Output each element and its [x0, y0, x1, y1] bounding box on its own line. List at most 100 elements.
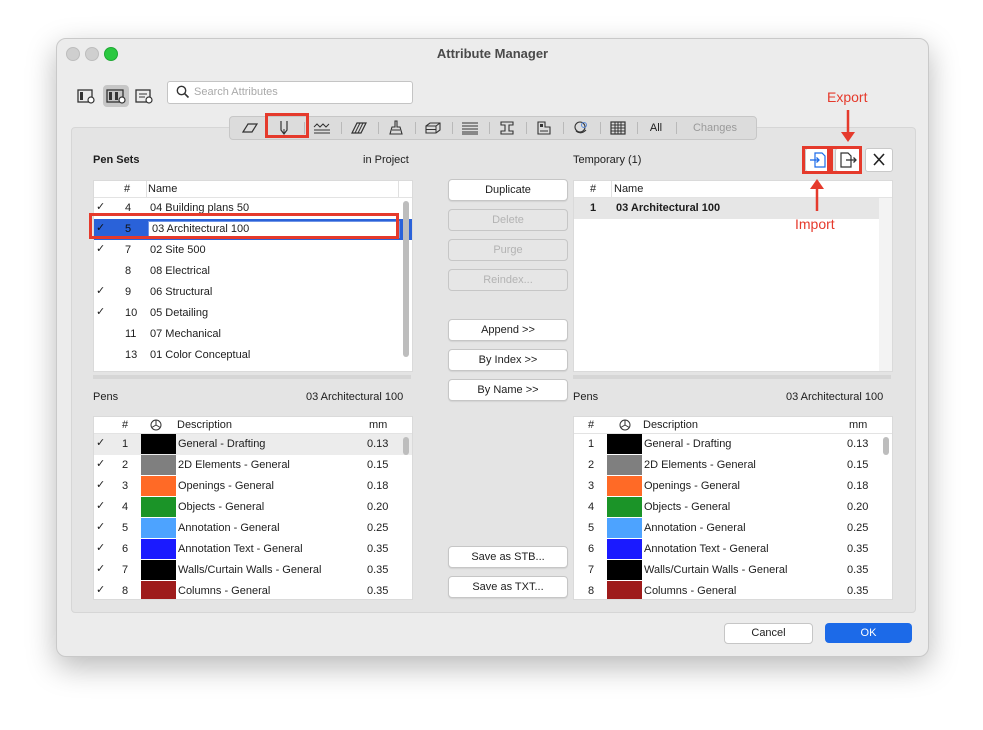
pen-num: 5: [588, 522, 595, 534]
column-num: #: [124, 183, 131, 195]
pens-right-column-header: # Description mm: [574, 417, 892, 434]
pen-width: 0.18: [847, 480, 869, 492]
pen-description: Annotation Text - General: [178, 543, 303, 555]
pen-row[interactable]: ✓ 2 2D Elements - General 0.15: [94, 455, 412, 476]
export-arrow-icon: [841, 110, 855, 142]
pen-num: 1: [588, 438, 595, 450]
pen-color-swatch: [607, 539, 642, 559]
in-use-check-icon: ✓: [96, 243, 106, 255]
pen-row[interactable]: 8 Columns - General 0.35: [574, 581, 892, 599]
pen-description: Annotation - General: [644, 522, 746, 534]
pen-description: Annotation - General: [178, 522, 280, 534]
pen-sets-list[interactable]: # Name ✓ 4 04 Building plans 50 ✓ 5 03 A…: [93, 180, 413, 372]
pen-set-name: 02 Site 500: [150, 244, 206, 256]
tab-fills[interactable]: [345, 117, 373, 139]
pens-left-scrollbar[interactable]: [403, 437, 409, 455]
pen-width: 0.35: [847, 585, 869, 597]
pen-color-swatch: [607, 560, 642, 580]
pen-color-icon: [150, 419, 162, 431]
ok-button[interactable]: OK: [825, 623, 912, 643]
pens-left-column-header: # Description mm: [94, 417, 412, 434]
append-button[interactable]: Append >>: [448, 319, 568, 341]
tab-changes[interactable]: Changes: [680, 117, 750, 139]
pen-set-row[interactable]: 13 01 Color Conceptual: [94, 345, 412, 366]
pens-right-list[interactable]: # Description mm 1 General - Drafting 0.…: [573, 416, 893, 600]
highlight-export-button: [830, 146, 862, 174]
column-mm: mm: [849, 419, 868, 431]
import-arrow-icon: [810, 179, 824, 211]
pen-description: General - Drafting: [178, 438, 266, 450]
pens-right-scrollbar[interactable]: [883, 437, 889, 455]
save-as-txt-button[interactable]: Save as TXT...: [448, 576, 568, 598]
duplicate-button[interactable]: Duplicate: [448, 179, 568, 201]
pen-row[interactable]: ✓ 6 Annotation Text - General 0.35: [94, 539, 412, 560]
pen-row[interactable]: 5 Annotation - General 0.25: [574, 518, 892, 539]
pen-sets-title: Pen Sets: [93, 154, 140, 166]
temporary-title: Temporary (1): [573, 154, 642, 166]
save-as-stb-button[interactable]: Save as STB...: [448, 546, 568, 568]
pen-row[interactable]: ✓ 8 Columns - General 0.35: [94, 581, 412, 599]
pens-right-set-name: 03 Architectural 100: [786, 391, 884, 403]
tab-all[interactable]: All: [641, 117, 671, 139]
pen-set-row[interactable]: ✓ 7 02 Site 500: [94, 240, 412, 261]
pen-color-swatch: [141, 581, 176, 599]
pen-num: 8: [588, 585, 595, 597]
purge-button[interactable]: Purge: [448, 239, 568, 261]
pen-set-row[interactable]: ✓ 9 06 Structural: [94, 282, 412, 303]
reindex-button[interactable]: Reindex...: [448, 269, 568, 291]
pen-row[interactable]: 6 Annotation Text - General 0.35: [574, 539, 892, 560]
pens-left-list[interactable]: # Description mm ✓ 1 General - Drafting …: [93, 416, 413, 600]
cancel-button[interactable]: Cancel: [724, 623, 813, 644]
pen-row[interactable]: 4 Objects - General 0.20: [574, 497, 892, 518]
import-annotation-label: Import: [795, 216, 835, 232]
pen-set-row[interactable]: 11 07 Mechanical: [94, 324, 412, 345]
in-use-check-icon: ✓: [96, 479, 106, 491]
tab-surfaces[interactable]: [236, 117, 264, 139]
pen-width: 0.25: [847, 522, 869, 534]
tab-i-beam[interactable]: [493, 117, 521, 139]
single-list-view-button[interactable]: [74, 85, 100, 107]
temporary-hscroll[interactable]: [573, 375, 891, 379]
pen-row[interactable]: 1 General - Drafting 0.13: [574, 434, 892, 455]
pen-set-row[interactable]: ✓ 10 05 Detailing: [94, 303, 412, 324]
surface-icon: [241, 123, 259, 133]
details-view-button[interactable]: [132, 85, 158, 107]
window-title: Attribute Manager: [436, 46, 549, 61]
pen-row[interactable]: ✓ 3 Openings - General 0.18: [94, 476, 412, 497]
in-use-check-icon: ✓: [96, 201, 106, 213]
pen-set-name: 05 Detailing: [150, 307, 209, 319]
pen-sets-hscroll[interactable]: [93, 375, 411, 379]
pen-width: 0.35: [367, 543, 389, 555]
tab-profiles[interactable]: [456, 117, 484, 139]
pen-row[interactable]: ✓ 5 Annotation - General 0.25: [94, 518, 412, 539]
pen-set-num: 11: [125, 328, 137, 340]
pen-row[interactable]: 7 Walls/Curtain Walls - General 0.35: [574, 560, 892, 581]
column-name: Name: [614, 183, 644, 195]
tab-building-materials[interactable]: [382, 117, 410, 139]
pen-sets-scrollbar[interactable]: [403, 201, 409, 357]
close-temporary-button[interactable]: [865, 148, 893, 172]
tab-zone-categories[interactable]: [530, 117, 558, 139]
delete-button[interactable]: Delete: [448, 209, 568, 231]
pen-color-swatch: [141, 455, 176, 475]
dual-list-view-button[interactable]: [103, 85, 129, 107]
pen-row[interactable]: 3 Openings - General 0.18: [574, 476, 892, 497]
pen-row[interactable]: ✓ 7 Walls/Curtain Walls - General 0.35: [94, 560, 412, 581]
by-name-button[interactable]: By Name >>: [448, 379, 568, 401]
tab-line-types[interactable]: [308, 117, 336, 139]
pen-num: 3: [588, 480, 595, 492]
by-index-button[interactable]: By Index >>: [448, 349, 568, 371]
pen-row[interactable]: 2 2D Elements - General 0.15: [574, 455, 892, 476]
search-input[interactable]: Search Attributes: [167, 81, 413, 104]
dual-list-view-icon: [106, 89, 126, 104]
pen-row[interactable]: ✓ 4 Objects - General 0.20: [94, 497, 412, 518]
tab-composites[interactable]: [419, 117, 447, 139]
tab-grid[interactable]: [604, 117, 632, 139]
temporary-list[interactable]: # Name 1 03 Architectural 100: [573, 180, 893, 372]
pen-row-selected[interactable]: ✓ 1 General - Drafting 0.13: [94, 434, 412, 455]
pen-set-row[interactable]: 8 08 Electrical: [94, 261, 412, 282]
pen-width: 0.35: [367, 564, 389, 576]
pen-set-num: 8: [125, 265, 132, 277]
export-annotation-label: Export: [827, 89, 868, 105]
tab-mep-systems[interactable]: [567, 117, 595, 139]
